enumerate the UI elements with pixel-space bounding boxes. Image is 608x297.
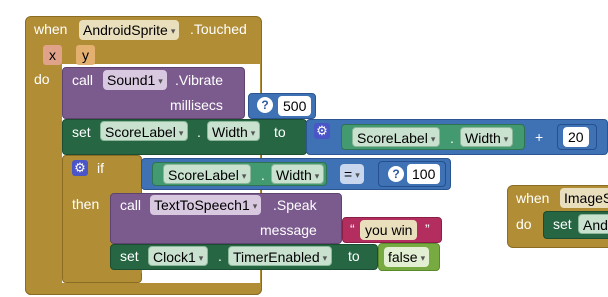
dropdown-arrow-icon: ▾ xyxy=(503,134,509,144)
set-width-component-dropdown[interactable]: ScoreLabel ▾ xyxy=(100,121,189,141)
get-width-add-component-label: ScoreLabel xyxy=(357,130,428,146)
event-block-bottom xyxy=(25,283,262,295)
logic-false-label: false xyxy=(388,249,418,265)
param-x[interactable]: x xyxy=(43,45,62,65)
number-500[interactable]: 500 xyxy=(278,96,312,116)
text-quote-close: ” xyxy=(425,221,430,237)
event2-set-component-dropdown[interactable]: And xyxy=(578,214,608,234)
speak-call-label: call xyxy=(120,197,142,213)
get-width-add-component-dropdown[interactable]: ScoreLabel ▾ xyxy=(352,127,441,147)
compare-operator-dropdown[interactable]: = ▾ xyxy=(340,164,364,184)
number-20[interactable]: 20 xyxy=(563,127,589,147)
help-icon[interactable]: ? xyxy=(257,97,273,113)
dropdown-arrow-icon: ▾ xyxy=(241,171,247,181)
text-quote-open: “ xyxy=(350,221,355,237)
event-component-label: AndroidSprite xyxy=(83,22,168,38)
if-mutator-gear-icon[interactable]: ⚙ xyxy=(72,160,88,176)
text-you-win[interactable]: you win xyxy=(360,220,418,240)
compare-operator-label: = xyxy=(344,166,353,182)
mutator-gear-icon[interactable]: ⚙ xyxy=(314,123,330,139)
set-width-property-dropdown[interactable]: Width ▾ xyxy=(207,121,261,141)
speak-component-label: TextToSpeech1 xyxy=(154,197,250,213)
get-width-compare-property-label: Width xyxy=(276,167,312,183)
vibrate-arg-label: millisecs xyxy=(170,97,223,113)
vibrate-component-label: Sound1 xyxy=(107,72,156,88)
dropdown-arrow-icon: ▾ xyxy=(178,128,184,138)
dropdown-arrow-icon: ▾ xyxy=(158,76,163,86)
get-width-compare-property-dropdown[interactable]: Width ▾ xyxy=(271,164,325,184)
param-y[interactable]: y xyxy=(76,45,95,65)
event-name-label: .Touched xyxy=(190,21,247,37)
dropdown-arrow-icon: ▾ xyxy=(420,253,426,263)
get-width-compare-component-dropdown[interactable]: ScoreLabel ▾ xyxy=(163,164,252,184)
get-width-compare-dot: . xyxy=(261,167,265,183)
set-timer-dot: . xyxy=(218,248,222,264)
logic-false-dropdown[interactable]: false ▾ xyxy=(384,247,430,267)
event2-set-label: set xyxy=(553,216,572,232)
speak-arg-label: message xyxy=(260,222,317,238)
speak-component-dropdown[interactable]: TextToSpeech1 ▾ xyxy=(150,195,262,215)
event-do-label: do xyxy=(34,71,50,87)
set-timer-set-label: set xyxy=(120,248,139,264)
get-width-add-dot: . xyxy=(450,130,454,146)
set-timer-component-dropdown[interactable]: Clock1 ▾ xyxy=(148,246,209,266)
set-width-component-label: ScoreLabel xyxy=(105,124,176,140)
dropdown-arrow-icon: ▾ xyxy=(198,253,204,263)
event2-set-component-label: And xyxy=(583,217,608,233)
vibrate-method-label: .Vibrate xyxy=(175,72,223,88)
set-width-set-label: set xyxy=(72,124,91,140)
get-width-compare-component-label: ScoreLabel xyxy=(168,167,239,183)
then-label: then xyxy=(72,196,100,212)
event2-do-label: do xyxy=(516,216,532,232)
dropdown-arrow-icon: ▾ xyxy=(314,171,320,181)
set-width-dot: . xyxy=(197,124,201,140)
vibrate-component-dropdown[interactable]: Sound1 ▾ xyxy=(103,70,167,90)
event2-component-dropdown[interactable]: ImageS xyxy=(560,188,608,208)
number-100[interactable]: 100 xyxy=(407,164,441,184)
event-when-label: when xyxy=(34,21,68,37)
set-width-to-label: to xyxy=(274,124,286,140)
event2-component-label: ImageS xyxy=(564,190,608,206)
dropdown-arrow-icon: ▾ xyxy=(430,134,436,144)
dropdown-arrow-icon: ▾ xyxy=(322,253,328,263)
add-operator: + xyxy=(535,129,544,145)
event2-when-label: when xyxy=(516,190,550,206)
speak-method-label: .Speak xyxy=(273,197,317,213)
set-timer-to-label: to xyxy=(348,248,360,264)
vibrate-call-label: call xyxy=(72,72,94,88)
get-width-add-property-dropdown[interactable]: Width ▾ xyxy=(460,127,514,147)
dropdown-arrow-icon: ▾ xyxy=(355,170,360,180)
dropdown-arrow-icon: ▾ xyxy=(252,201,258,211)
get-width-add-property-label: Width xyxy=(465,130,501,146)
event-component-dropdown[interactable]: AndroidSprite ▾ xyxy=(79,20,180,40)
set-width-property-label: Width xyxy=(212,124,248,140)
if-label: if xyxy=(97,160,104,176)
dropdown-arrow-icon: ▾ xyxy=(170,26,176,36)
set-timer-component-label: Clock1 xyxy=(153,249,196,265)
help-icon[interactable]: ? xyxy=(388,166,404,182)
dropdown-arrow-icon: ▾ xyxy=(250,128,256,138)
set-timer-property-label: TimerEnabled xyxy=(233,249,320,265)
set-timer-property-dropdown[interactable]: TimerEnabled ▾ xyxy=(228,246,333,266)
